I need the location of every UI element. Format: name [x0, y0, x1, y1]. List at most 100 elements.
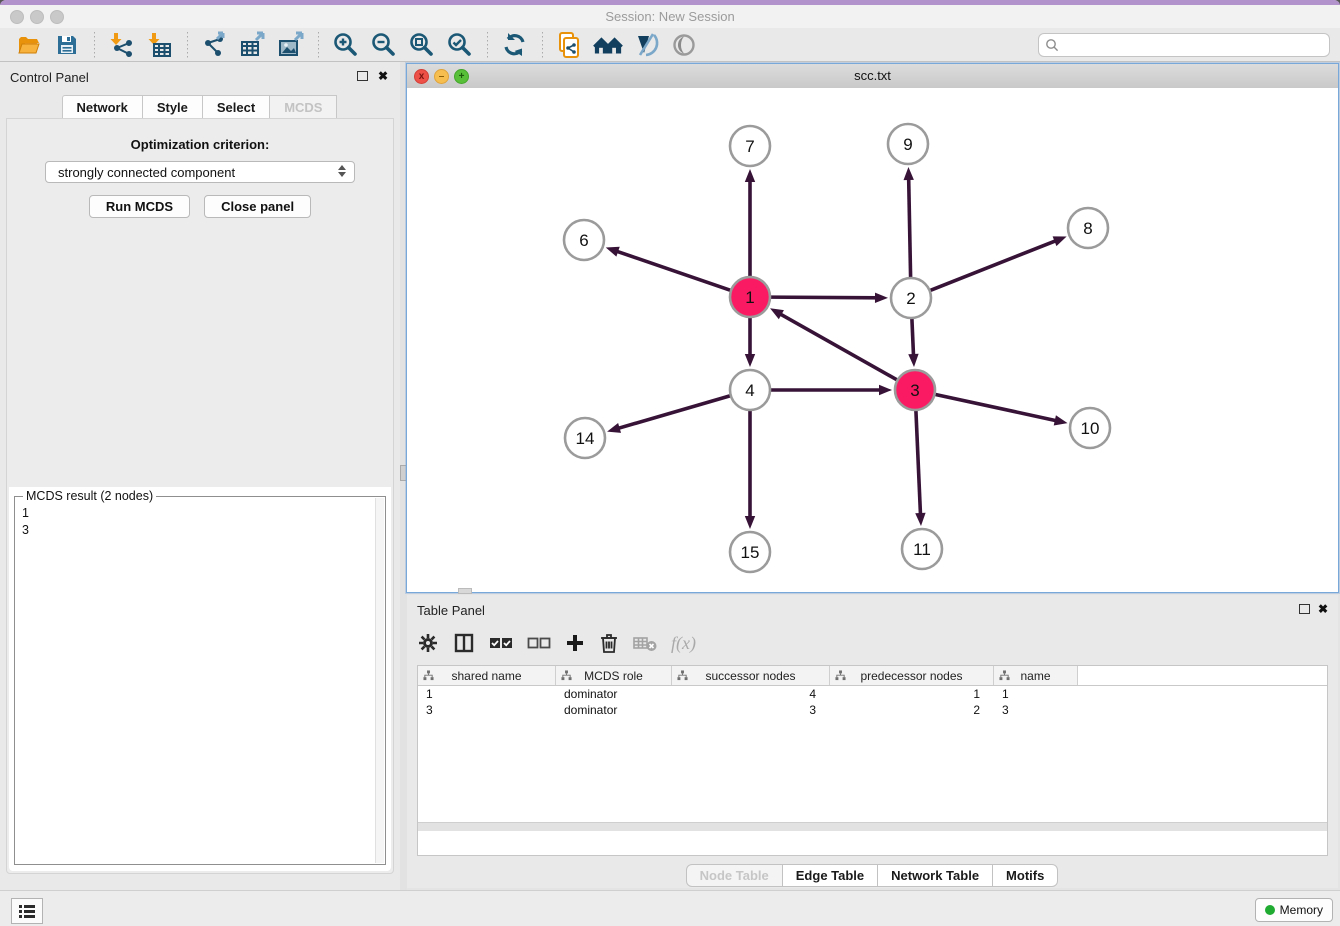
edge-3-1[interactable] — [770, 308, 897, 379]
export-network-button[interactable] — [200, 31, 230, 59]
network-view-window: x – + scc.txt 7 9 6 8 1 2 4 3 14 10 15 11 — [407, 64, 1338, 592]
mcds-result-lines[interactable]: 1 3 — [15, 505, 375, 539]
copy-network-button[interactable] — [555, 31, 585, 59]
toolbar-separator — [94, 32, 95, 58]
table-cell[interactable]: 1 — [994, 686, 1078, 702]
edge-3-11[interactable] — [915, 411, 925, 526]
save-session-button[interactable] — [52, 31, 82, 59]
column-header-successor-nodes[interactable]: successor nodes — [672, 666, 830, 685]
criterion-dropdown[interactable]: strongly connected component — [45, 161, 355, 183]
close-panel-icon[interactable]: ✖ — [1318, 602, 1328, 616]
table-row[interactable]: 1dominator411 — [418, 686, 1327, 702]
zoom-in-icon — [332, 31, 360, 59]
edge-4-3[interactable] — [771, 385, 892, 395]
edge-2-8[interactable] — [931, 236, 1067, 290]
import-network-button[interactable] — [107, 31, 137, 59]
edge-1-4[interactable] — [745, 318, 755, 367]
close-panel-icon[interactable]: ✖ — [378, 69, 388, 83]
graph-node-2[interactable]: 2 — [891, 278, 931, 318]
arrowhead-icon — [904, 167, 914, 180]
tab-mcds[interactable]: MCDS — [269, 95, 337, 120]
add-column-button[interactable] — [565, 630, 585, 656]
table-cell[interactable]: 3 — [418, 702, 556, 718]
close-panel-button[interactable]: Close panel — [204, 195, 311, 218]
export-table-button[interactable] — [238, 31, 268, 59]
zoom-in-button[interactable] — [331, 31, 361, 59]
edge-4-15[interactable] — [745, 411, 755, 529]
tab-network[interactable]: Network — [62, 95, 143, 120]
float-panel-icon[interactable] — [357, 71, 368, 81]
column-header-shared-name[interactable]: shared name — [418, 666, 556, 685]
node-table[interactable]: shared nameMCDS rolesuccessor nodesprede… — [417, 665, 1328, 856]
main-area: Control Panel ✖ Network Style Select MCD… — [0, 62, 1340, 890]
graph-node-15[interactable]: 15 — [730, 532, 770, 572]
tab-network-table[interactable]: Network Table — [877, 864, 993, 887]
arrowhead-icon — [1053, 236, 1067, 246]
edge-1-2[interactable] — [771, 293, 888, 303]
tab-select[interactable]: Select — [202, 95, 270, 120]
tab-edge-table[interactable]: Edge Table — [782, 864, 878, 887]
memory-button[interactable]: Memory — [1255, 898, 1333, 922]
table-cell[interactable]: 2 — [830, 702, 994, 718]
table-cell[interactable]: 1 — [418, 686, 556, 702]
graph-node-3[interactable]: 3 — [895, 370, 935, 410]
run-mcds-button[interactable]: Run MCDS — [89, 195, 190, 218]
network-canvas[interactable]: 7 9 6 8 1 2 4 3 14 10 15 11 — [407, 88, 1338, 592]
edge-1-6[interactable] — [606, 247, 730, 290]
horizontal-splitter-grip[interactable] — [458, 588, 472, 594]
graph-node-11[interactable]: 11 — [902, 529, 942, 569]
table-row[interactable]: 3dominator323 — [418, 702, 1327, 718]
zoom-fit-button[interactable] — [407, 31, 437, 59]
table-settings-button[interactable] — [417, 630, 439, 656]
graph-node-7[interactable]: 7 — [730, 126, 770, 166]
edge-2-3[interactable] — [908, 319, 918, 367]
edge-2-9[interactable] — [904, 167, 914, 277]
deselect-all-columns-button[interactable] — [527, 630, 551, 656]
memory-label: Memory — [1280, 903, 1323, 917]
zoom-selected-button[interactable] — [445, 31, 475, 59]
network-window-titlebar[interactable]: x – + scc.txt — [407, 64, 1338, 89]
style-badge-button[interactable] — [631, 31, 661, 59]
table-cell[interactable]: dominator — [556, 702, 672, 718]
table-cell[interactable]: 1 — [830, 686, 994, 702]
task-history-button[interactable] — [11, 898, 43, 924]
result-scrollbar[interactable] — [375, 498, 384, 863]
open-session-button[interactable] — [14, 31, 44, 59]
select-all-columns-button[interactable] — [489, 630, 513, 656]
column-header-MCDS-role[interactable]: MCDS role — [556, 666, 672, 685]
split-columns-button[interactable] — [453, 630, 475, 656]
export-image-button[interactable] — [276, 31, 306, 59]
splitter-grip[interactable] — [400, 465, 407, 481]
edge-3-10[interactable] — [936, 394, 1068, 425]
delete-column-button[interactable] — [599, 630, 619, 656]
graph-node-8[interactable]: 8 — [1068, 208, 1108, 248]
table-cell[interactable]: 3 — [672, 702, 830, 718]
zoom-out-button[interactable] — [369, 31, 399, 59]
vertical-splitter[interactable] — [400, 62, 407, 890]
import-table-button[interactable] — [145, 31, 175, 59]
refresh-layout-button[interactable] — [500, 31, 530, 59]
column-header-name[interactable]: name — [994, 666, 1078, 685]
table-cell[interactable]: dominator — [556, 686, 672, 702]
tab-node-table[interactable]: Node Table — [686, 864, 783, 887]
tab-motifs[interactable]: Motifs — [992, 864, 1058, 887]
edge-4-14[interactable] — [607, 396, 730, 433]
graph-node-9[interactable]: 9 — [888, 124, 928, 164]
graph-node-10[interactable]: 10 — [1070, 408, 1110, 448]
graph-node-6[interactable]: 6 — [564, 220, 604, 260]
search-input[interactable] — [1038, 33, 1330, 57]
float-panel-icon[interactable] — [1299, 604, 1310, 614]
column-header-predecessor-nodes[interactable]: predecessor nodes — [830, 666, 994, 685]
houses-button[interactable] — [593, 31, 623, 59]
table-cell[interactable]: 3 — [994, 702, 1078, 718]
edge-1-7[interactable] — [745, 169, 755, 276]
eye-button[interactable] — [669, 31, 699, 59]
graph-node-14[interactable]: 14 — [565, 418, 605, 458]
table-cell[interactable]: 4 — [672, 686, 830, 702]
graph-node-1[interactable]: 1 — [730, 277, 770, 317]
graph-node-4[interactable]: 4 — [730, 370, 770, 410]
svg-text:10: 10 — [1081, 419, 1100, 438]
tab-style[interactable]: Style — [142, 95, 203, 120]
svg-text:2: 2 — [906, 289, 915, 308]
function-builder-button-disabled: f(x) — [671, 630, 696, 656]
